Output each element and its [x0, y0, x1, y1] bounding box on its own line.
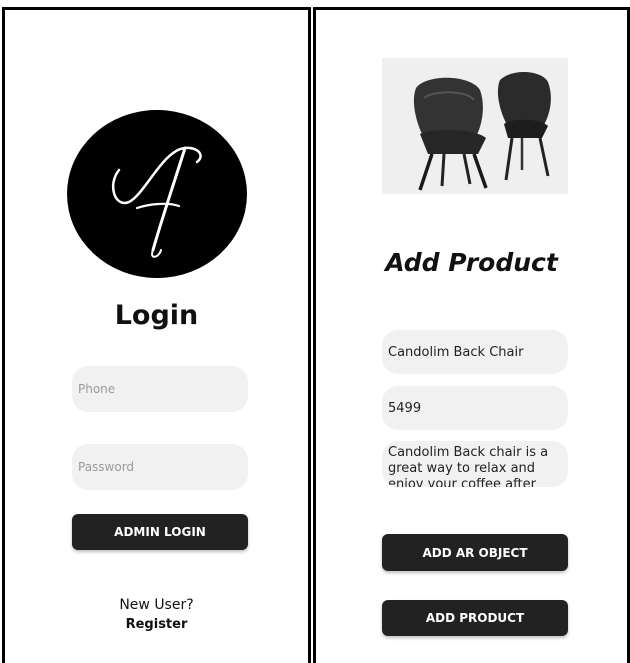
register-link[interactable]: Register	[2, 617, 311, 632]
phone-input[interactable]: Phone	[72, 366, 248, 412]
product-description-input[interactable]: Candolim Back chair is a great way to re…	[382, 441, 568, 487]
product-image	[382, 58, 568, 194]
admin-login-button[interactable]: ADMIN LOGIN	[72, 514, 248, 550]
add-ar-object-button[interactable]: ADD AR OBJECT	[382, 534, 568, 571]
password-input[interactable]: Password	[72, 444, 248, 490]
page-title: Add Product	[385, 248, 558, 277]
new-user-text: New User?	[119, 597, 194, 613]
login-screen	[2, 7, 311, 663]
add-product-button[interactable]: ADD PRODUCT	[382, 600, 568, 636]
product-price-input[interactable]: 5499	[382, 386, 568, 430]
page-title: Login	[114, 300, 199, 331]
product-description-text: Candolim Back chair is a great way to re…	[388, 445, 549, 487]
script-f-logo-icon	[67, 110, 247, 278]
product-name-input[interactable]: Candolim Back Chair	[382, 330, 568, 374]
